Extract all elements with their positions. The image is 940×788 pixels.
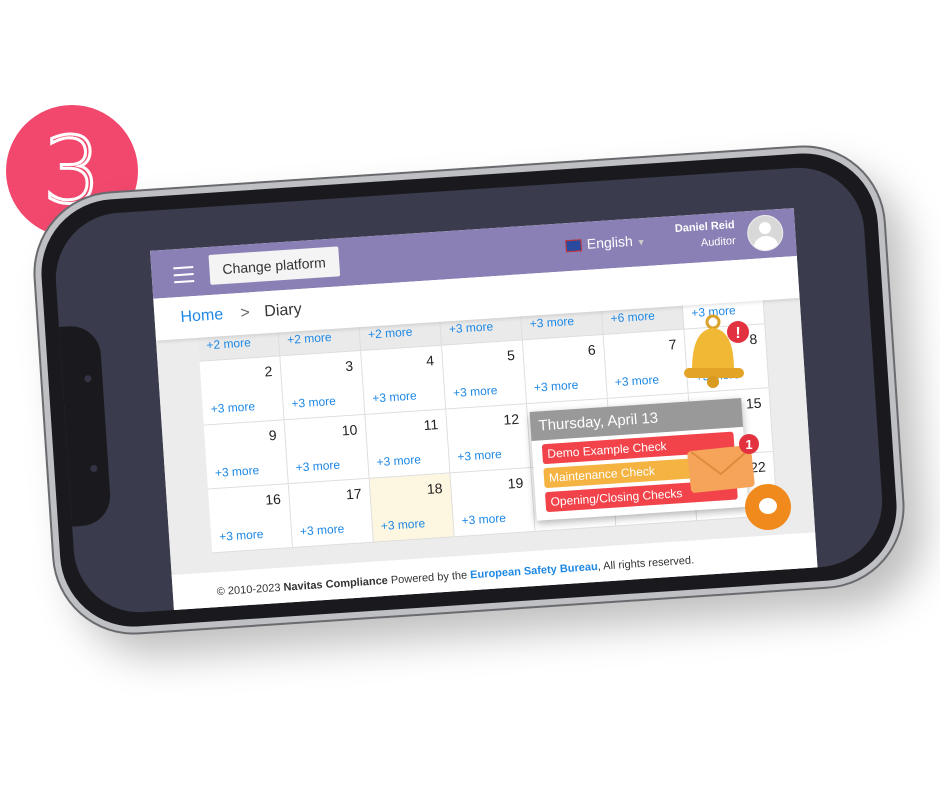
bell-icon: ! bbox=[684, 314, 749, 388]
day-number: 16 bbox=[264, 490, 282, 508]
calendar-day[interactable]: 3 +3 more bbox=[280, 351, 366, 421]
more-link[interactable]: +3 more bbox=[295, 458, 340, 475]
day-number: 12 bbox=[502, 410, 520, 428]
calendar-day[interactable]: 4 +3 more bbox=[361, 345, 447, 415]
chat-button[interactable] bbox=[745, 484, 791, 530]
calendar-day[interactable]: 16 +3 more bbox=[208, 484, 294, 554]
uk-flag-icon bbox=[565, 239, 583, 253]
more-link[interactable]: +2 more bbox=[287, 330, 332, 347]
language-selector[interactable]: English ▼ bbox=[565, 232, 646, 253]
calendar-day[interactable]: 18 +3 more bbox=[369, 473, 455, 543]
more-link[interactable]: +3 more bbox=[291, 394, 336, 411]
footer-link[interactable]: European Safety Bureau bbox=[470, 561, 598, 581]
more-link[interactable]: +3 more bbox=[380, 516, 425, 533]
day-number: 17 bbox=[345, 485, 363, 503]
more-link[interactable]: +3 more bbox=[529, 314, 574, 331]
day-number: 2 bbox=[263, 363, 273, 380]
day-number: 9 bbox=[268, 426, 278, 444]
day-number: 18 bbox=[426, 479, 443, 497]
calendar-day[interactable]: 10 +3 more bbox=[284, 414, 370, 485]
more-link[interactable]: +3 more bbox=[453, 383, 498, 400]
day-number: 7 bbox=[668, 336, 677, 353]
more-link[interactable]: +3 more bbox=[300, 522, 345, 539]
day-number: 5 bbox=[506, 346, 516, 364]
more-link[interactable]: +3 more bbox=[210, 399, 255, 416]
user-info[interactable]: Daniel Reid Auditor bbox=[674, 217, 736, 253]
hamburger-menu-icon[interactable] bbox=[173, 266, 195, 288]
more-link[interactable]: +3 more bbox=[372, 388, 417, 405]
more-link[interactable]: +3 more bbox=[448, 319, 493, 336]
day-number: 11 bbox=[423, 416, 439, 434]
more-link[interactable]: +2 more bbox=[206, 335, 251, 352]
bell-badge: ! bbox=[735, 325, 740, 342]
calendar-day[interactable]: 19 +3 more bbox=[450, 468, 536, 538]
more-link[interactable]: +3 more bbox=[376, 452, 421, 469]
day-number: 3 bbox=[344, 357, 354, 375]
chevron-right-icon: > bbox=[239, 304, 251, 322]
caret-down-icon: ▼ bbox=[636, 236, 646, 248]
calendar-day[interactable]: 2 +3 more bbox=[199, 356, 285, 426]
envelope-icon: 1 bbox=[687, 434, 759, 493]
avatar[interactable] bbox=[746, 213, 785, 253]
more-link[interactable]: +3 more bbox=[614, 372, 659, 389]
app-screen: Change platform English ▼ Daniel Reid Aud… bbox=[150, 208, 818, 613]
calendar-day[interactable]: 9 +3 more bbox=[203, 420, 289, 490]
day-number: 10 bbox=[341, 421, 358, 439]
calendar-day[interactable]: 5 +3 more bbox=[442, 340, 528, 410]
calendar-day[interactable]: 11 +3 more bbox=[365, 409, 451, 479]
more-link[interactable]: +3 more bbox=[219, 527, 264, 544]
more-link[interactable]: +6 more bbox=[610, 309, 655, 326]
more-link[interactable]: +3 more bbox=[534, 378, 579, 395]
day-number: 4 bbox=[425, 352, 435, 369]
more-link[interactable]: +3 more bbox=[214, 463, 259, 480]
phone-notch bbox=[58, 324, 113, 527]
sensor-icon bbox=[90, 464, 98, 473]
more-link[interactable]: +3 more bbox=[461, 511, 506, 528]
calendar-day[interactable]: 17 +3 more bbox=[288, 478, 374, 549]
day-number: 19 bbox=[507, 474, 524, 492]
day-number: 15 bbox=[745, 394, 763, 412]
more-link[interactable]: +2 more bbox=[368, 325, 413, 342]
calendar-day[interactable]: 12 +3 more bbox=[446, 404, 532, 474]
breadcrumb-current: Diary bbox=[263, 300, 303, 321]
camera-icon bbox=[84, 375, 92, 383]
phone-mockup: Change platform English ▼ Daniel Reid Aud… bbox=[30, 142, 908, 638]
mail-badge: 1 bbox=[745, 437, 752, 452]
breadcrumb-home[interactable]: Home bbox=[180, 306, 224, 327]
change-platform-button[interactable]: Change platform bbox=[208, 246, 340, 285]
calendar-day[interactable]: 6 +3 more bbox=[522, 334, 608, 405]
day-number: 6 bbox=[587, 341, 597, 359]
calendar-day[interactable]: 7 +3 more bbox=[603, 329, 689, 399]
more-link[interactable]: +3 more bbox=[457, 447, 502, 464]
